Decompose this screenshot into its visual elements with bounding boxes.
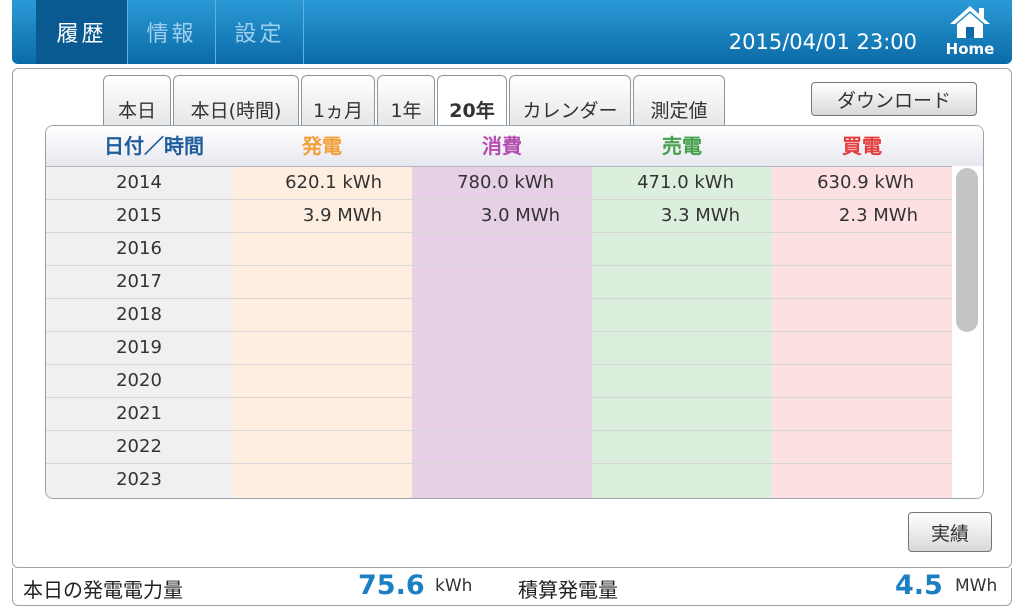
nav-tab-settings[interactable]: 設定 — [216, 0, 304, 64]
nav-tab-info[interactable]: 情報 — [128, 0, 216, 64]
cell-year: 2014 — [116, 172, 162, 193]
cell-year: 2019 — [116, 337, 162, 358]
table-row: 2016 — [46, 232, 952, 266]
history-panel: 本日 本日(時間) 1ヵ月 1年 20年 カレンダー 測定値 ダウンロード 日付… — [12, 68, 1012, 568]
subtab-one-month[interactable]: 1ヵ月 — [301, 75, 375, 127]
home-icon — [950, 6, 990, 38]
cell-year: 2023 — [116, 469, 162, 490]
cell-year: 2018 — [116, 304, 162, 325]
cell-year: 2017 — [116, 271, 162, 292]
table-row: 2023 — [46, 463, 952, 496]
total-generation-value: 4.5 — [895, 570, 943, 601]
today-generation-value: 75.6 — [358, 570, 425, 601]
table-row: 2019 — [46, 331, 952, 365]
cell-year: 2015 — [116, 205, 162, 226]
today-generation-unit: kWh — [435, 576, 473, 596]
footer-bar: 本日の発電電力量 75.6 kWh 積算発電量 4.5 MWh — [12, 568, 1012, 606]
table-row: 2018 — [46, 298, 952, 332]
subtab-measurements[interactable]: 測定値 — [633, 75, 725, 127]
table-row: 2017 — [46, 265, 952, 299]
results-button[interactable]: 実績 — [908, 512, 992, 552]
cell-year: 2016 — [116, 238, 162, 259]
cell-generation: 3.9 MWh — [302, 205, 382, 226]
header-generation: 発電 — [302, 134, 342, 158]
header-bought: 買電 — [842, 134, 882, 158]
cell-sold: 3.3 MWh — [660, 205, 740, 226]
table-row: 2022 — [46, 430, 952, 464]
cell-consumption: 780.0 kWh — [457, 172, 554, 193]
header-sold: 売電 — [662, 134, 702, 158]
top-nav-bar: 履歴 情報 設定 2015/04/01 23:00 Home — [12, 0, 1012, 64]
cell-consumption: 3.0 MWh — [480, 205, 560, 226]
cell-year: 2021 — [116, 403, 162, 424]
scrollbar-thumb[interactable] — [956, 168, 978, 332]
cell-year: 2020 — [116, 370, 162, 391]
subtab-today[interactable]: 本日 — [103, 75, 171, 127]
cell-generation: 620.1 kWh — [285, 172, 382, 193]
nav-tab-history[interactable]: 履歴 — [36, 0, 128, 64]
table-row: 2020 — [46, 364, 952, 398]
current-datetime: 2015/04/01 23:00 — [728, 30, 917, 54]
yearly-energy-table: 日付／時間 発電 消費 売電 買電 2014 620.1 kWh 780.0 k… — [45, 125, 984, 499]
cell-bought: 630.9 kWh — [817, 172, 914, 193]
table-row: 2021 — [46, 397, 952, 431]
subtab-today-hourly[interactable]: 本日(時間) — [173, 75, 299, 127]
cell-bought: 2.3 MWh — [838, 205, 918, 226]
subtab-twenty-years[interactable]: 20年 — [437, 75, 507, 127]
table-row: 2014 620.1 kWh 780.0 kWh 471.0 kWh 630.9… — [46, 166, 952, 200]
download-button[interactable]: ダウンロード — [811, 82, 977, 116]
home-label: Home — [945, 40, 995, 58]
table-row: 2015 3.9 MWh 3.0 MWh 3.3 MWh 2.3 MWh — [46, 199, 952, 233]
cell-year: 2022 — [116, 436, 162, 457]
subtab-one-year[interactable]: 1年 — [377, 75, 435, 127]
total-generation-unit: MWh — [955, 576, 998, 596]
subtab-calendar[interactable]: カレンダー — [509, 75, 631, 127]
total-generation-label: 積算発電量 — [518, 578, 618, 602]
home-button[interactable]: Home — [934, 4, 1006, 60]
header-date: 日付／時間 — [104, 134, 204, 158]
header-consumption: 消費 — [482, 134, 522, 158]
table-header: 日付／時間 発電 消費 売電 買電 — [46, 126, 983, 167]
today-generation-label: 本日の発電電力量 — [23, 578, 183, 602]
cell-sold: 471.0 kWh — [637, 172, 734, 193]
